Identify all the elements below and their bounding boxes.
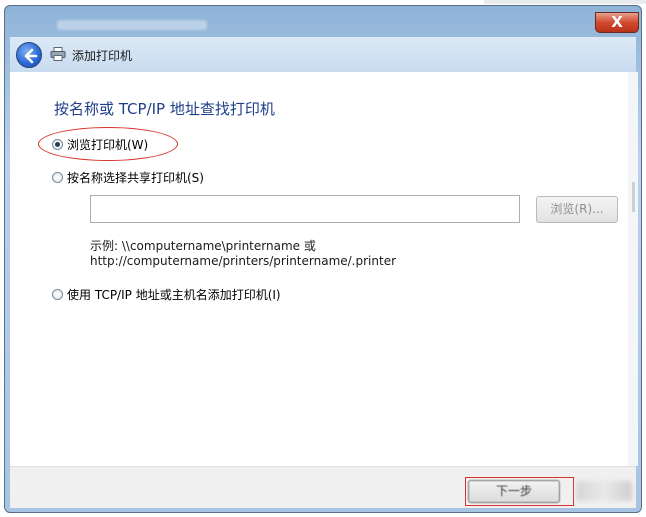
annotation-rectangle xyxy=(465,477,574,506)
browse-button[interactable]: 浏览(R)... xyxy=(536,196,618,223)
example-text-line1: 示例: \\computername\printername 或 xyxy=(90,239,316,253)
page-heading: 按名称或 TCP/IP 地址查找打印机 xyxy=(54,100,275,118)
breadcrumb-title: 添加打印机 xyxy=(72,49,133,63)
close-button[interactable]: X xyxy=(595,12,639,33)
back-button[interactable] xyxy=(16,42,42,68)
wizard-footer: 下一步 xyxy=(10,466,636,508)
radio-button[interactable] xyxy=(52,171,63,183)
wizard-content: 按名称或 TCP/IP 地址查找打印机 浏览打印机(W) 按名称选择共享打印机(… xyxy=(10,72,638,466)
radio-browse-printer[interactable]: 浏览打印机(W) xyxy=(52,136,148,152)
vertical-scrollbar[interactable] xyxy=(628,72,638,466)
radio-label-browse: 浏览打印机(W) xyxy=(67,137,149,152)
radio-label-shared-name: 按名称选择共享打印机(S) xyxy=(67,170,204,185)
close-icon: X xyxy=(611,13,623,31)
shared-printer-path-input[interactable] xyxy=(90,195,520,223)
radio-add-by-tcpip[interactable]: 使用 TCP/IP 地址或主机名添加打印机(I) xyxy=(52,286,281,302)
address-bar: 添加打印机 xyxy=(10,37,636,72)
radio-button-checked[interactable] xyxy=(52,138,63,150)
printer-icon xyxy=(50,47,66,61)
back-arrow-icon xyxy=(24,48,38,64)
example-text-line2: http://computername/printers/printername… xyxy=(90,254,397,268)
scrollbar-thumb[interactable] xyxy=(632,182,635,212)
radio-button[interactable] xyxy=(52,288,63,300)
blurred-cancel-button[interactable] xyxy=(576,481,632,501)
blurred-window-title xyxy=(57,20,207,30)
radio-select-shared-by-name[interactable]: 按名称选择共享打印机(S) xyxy=(52,169,204,185)
radio-label-tcpip: 使用 TCP/IP 地址或主机名添加打印机(I) xyxy=(67,287,281,302)
background-strip xyxy=(484,0,646,4)
